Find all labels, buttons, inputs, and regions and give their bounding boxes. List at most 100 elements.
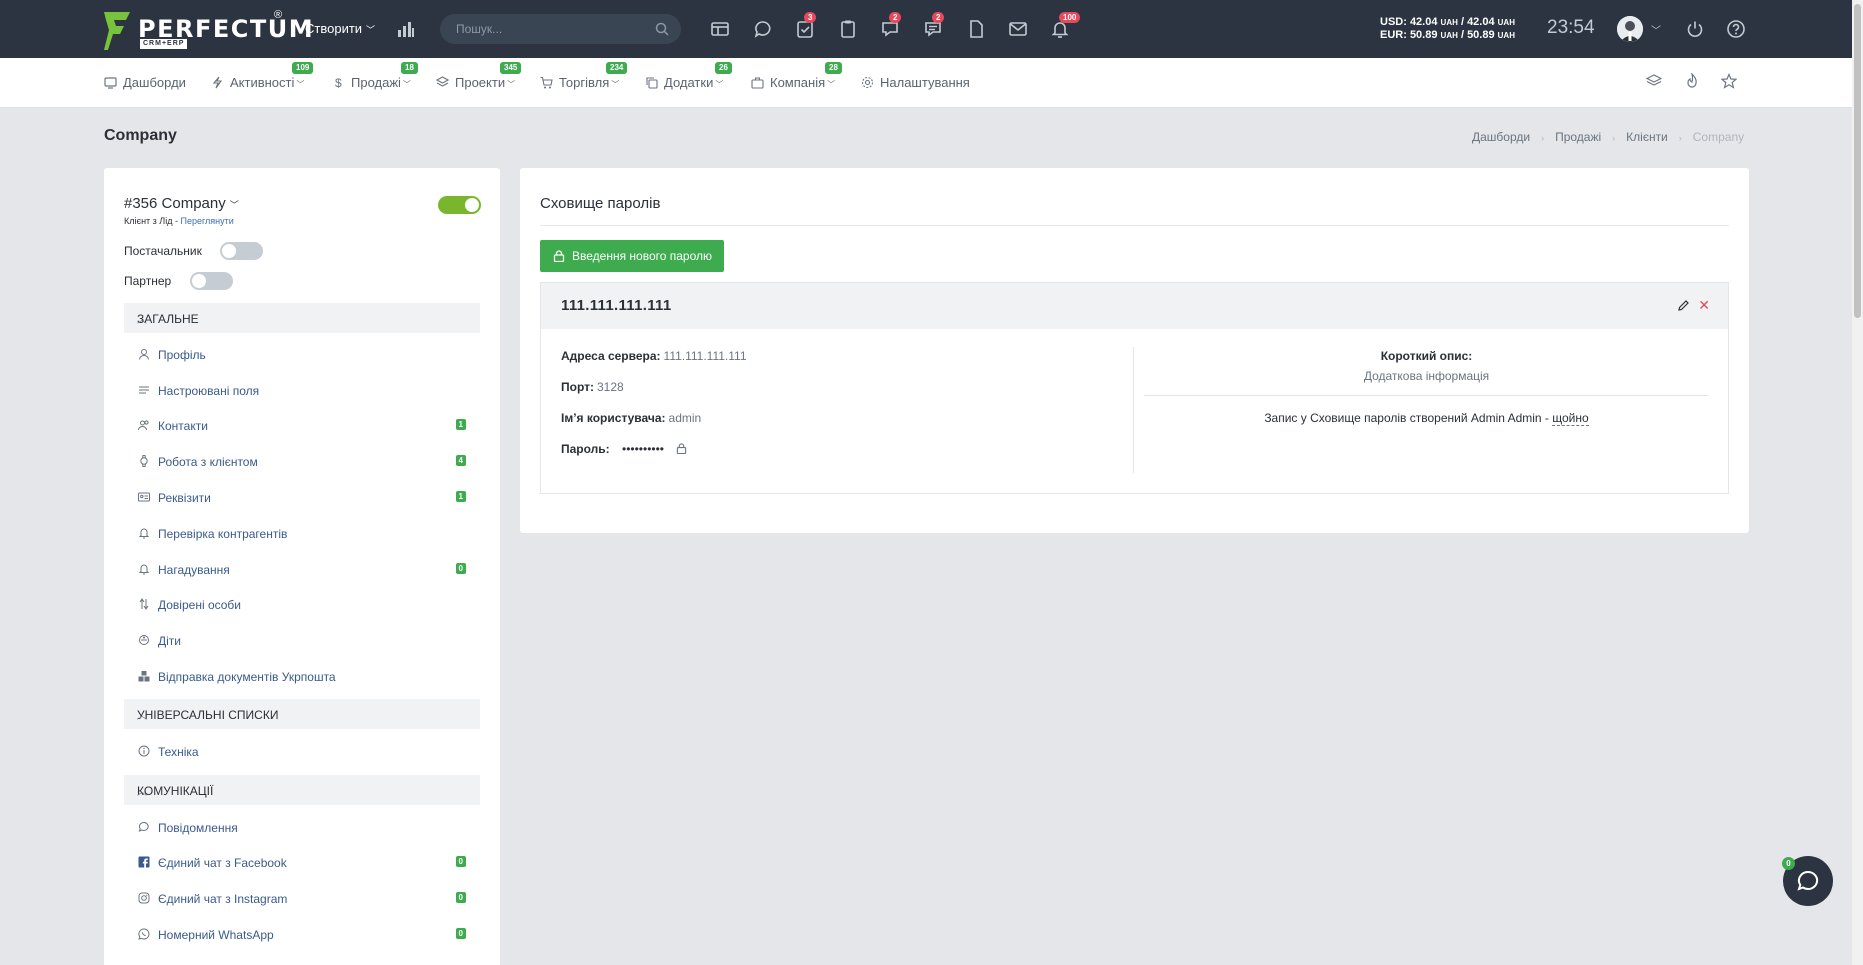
partner-toggle[interactable] <box>190 272 233 290</box>
toggle-knob <box>222 244 236 258</box>
watch-icon <box>140 455 148 467</box>
chat-icon[interactable]: 2 <box>880 12 902 39</box>
menu-label: Номерний WhatsApp <box>158 928 274 942</box>
chevron-down-icon[interactable]: ﹀ <box>1651 22 1661 37</box>
menu-instagram-chat[interactable]: Єдиний чат з Instagram 0 <box>138 890 480 910</box>
menu-count: 0 <box>455 928 466 939</box>
menu-facebook-chat[interactable]: Єдиний чат з Facebook 0 <box>138 854 480 874</box>
nav-badge: 28 <box>825 62 842 74</box>
tasks-icon[interactable]: 3 <box>795 12 817 39</box>
active-toggle[interactable] <box>438 196 481 214</box>
view-lead-link[interactable]: Переглянути <box>180 216 233 226</box>
bell-icon <box>138 528 150 539</box>
file-icon[interactable] <box>966 19 986 39</box>
log-time[interactable]: щойно <box>1552 411 1589 426</box>
nav-company[interactable]: Компанія ﹀ 28 <box>751 62 842 90</box>
breadcrumb-sales[interactable]: Продажі <box>1555 130 1601 144</box>
logo-subtext: CRM+ERP <box>140 39 188 49</box>
client-sidebar: #356 Company ﹀ Клієнт з Лід - Переглянути… <box>104 168 500 965</box>
nav-projects[interactable]: Проекти ﹀ 345 <box>435 62 522 90</box>
menu-label: Єдиний чат з Instagram <box>158 892 288 906</box>
lock-icon <box>553 250 565 262</box>
nav-addons[interactable]: Додатки ﹀ 26 <box>645 62 732 90</box>
chevron-right-icon: › <box>1612 133 1616 143</box>
company-name-dropdown[interactable]: #356 Company ﹀ <box>124 195 239 212</box>
messages-icon[interactable]: 2 <box>923 12 945 39</box>
section-universal-lists[interactable]: УНІВЕРСАЛЬНІ СПИСКИ ︿ <box>124 699 480 729</box>
whatsapp-icon <box>138 928 150 940</box>
delete-icon[interactable]: ✕ <box>1698 297 1710 314</box>
add-password-button[interactable]: Введення нового паролю <box>540 240 724 272</box>
section-general[interactable]: ЗАГАЛЬНЕ ︿ <box>124 303 480 333</box>
menu-label: Контакти <box>158 419 208 433</box>
nav-sales[interactable]: $ Продажі ﹀ 18 <box>332 62 418 90</box>
menu-ukrposhta[interactable]: Відправка документів Укрпошта <box>138 668 480 688</box>
search-icon[interactable] <box>655 22 669 36</box>
nav-label: Торгівля <box>559 75 610 90</box>
menu-children[interactable]: Діти <box>138 632 480 652</box>
help-icon[interactable] <box>1726 19 1746 39</box>
bell-icon[interactable]: 100 <box>1050 12 1081 39</box>
nav-activities[interactable]: Активності ﹀ 109 <box>211 62 314 90</box>
password-entry: 111.111.111.111 ✕ Адреса сервера: 111.111… <box>540 282 1729 494</box>
port: Порт: 3128 <box>561 380 624 394</box>
divider <box>1144 395 1709 396</box>
menu-custom-fields[interactable]: Настроювані поля <box>138 382 480 402</box>
section-communications[interactable]: КОМУНІКАЦІЇ ︿ <box>124 775 480 805</box>
breadcrumb-dashboards[interactable]: Дашборди <box>1472 130 1530 144</box>
menu-requisites[interactable]: Реквізити 1 <box>138 489 480 509</box>
logo-registered: ® <box>274 9 283 21</box>
chevron-up-icon: ︿ <box>137 315 147 326</box>
breadcrumb-clients[interactable]: Клієнти <box>1626 130 1668 144</box>
menu-equipment[interactable]: Техніка <box>138 743 480 763</box>
clipboard-icon[interactable] <box>838 19 858 39</box>
menu-label: Нагадування <box>158 563 230 577</box>
menu-count: 1 <box>455 419 466 430</box>
rate-eur: EUR: 50.89 <box>1380 29 1438 41</box>
menu-trusted-persons[interactable]: Довірені особи <box>138 596 480 616</box>
chevron-up-icon: ︿ <box>137 787 147 798</box>
cart-icon <box>540 76 553 89</box>
chat-bubble-icon <box>1797 870 1819 891</box>
nav-badge: 26 <box>715 62 732 74</box>
nav-badge: 345 <box>500 62 522 74</box>
edit-icon[interactable] <box>1677 299 1690 312</box>
port-value: 3128 <box>597 380 624 394</box>
menu-client-work[interactable]: Робота з клієнтом 4 <box>138 453 480 473</box>
chevron-down-icon: ﹀ <box>827 80 836 89</box>
menu-profile[interactable]: Профіль <box>138 346 480 366</box>
menu-messages[interactable]: Повідомлення <box>138 819 480 839</box>
menu-label: Повідомлення <box>158 821 238 835</box>
port-label: Порт: <box>561 380 594 394</box>
nav-label: Активності <box>230 75 295 90</box>
mail-icon[interactable] <box>1008 19 1028 39</box>
create-menu-button[interactable]: Створити ﹀ <box>305 21 375 36</box>
menu-counterparty-check[interactable]: Перевірка контрагентів <box>138 525 480 545</box>
comment-icon[interactable] <box>753 19 773 39</box>
lock-icon[interactable] <box>676 443 687 454</box>
nav-dashboards[interactable]: Дашборди <box>104 75 186 90</box>
menu-label: Перевірка контрагентів <box>158 527 288 541</box>
avatar[interactable] <box>1617 16 1643 42</box>
toggle-knob <box>192 274 206 288</box>
star-icon[interactable] <box>1721 73 1737 89</box>
nav-badge: 234 <box>606 62 628 74</box>
menu-reminders[interactable]: Нагадування 0 <box>138 561 480 581</box>
chevron-down-icon: ﹀ <box>715 80 724 89</box>
menu-contacts[interactable]: Контакти 1 <box>138 417 480 437</box>
divider <box>540 225 1729 226</box>
supplier-toggle[interactable] <box>220 242 263 260</box>
nav-trade[interactable]: Торгівля ﹀ 234 <box>540 62 628 90</box>
bar-chart-icon[interactable] <box>397 20 415 38</box>
menu-whatsapp[interactable]: Номерний WhatsApp 0 <box>138 926 480 946</box>
menu-count: 0 <box>455 856 466 867</box>
layers-icon[interactable] <box>1646 73 1662 89</box>
flame-icon[interactable] <box>1684 73 1700 89</box>
search-input[interactable] <box>456 14 646 44</box>
kanban-icon[interactable] <box>710 19 730 39</box>
nav-settings[interactable]: Налаштування <box>861 75 970 90</box>
page-scrollbar[interactable] <box>1852 0 1863 965</box>
power-icon[interactable] <box>1685 19 1705 39</box>
menu-label: Робота з клієнтом <box>158 455 258 469</box>
scrollbar-thumb[interactable] <box>1854 4 1861 318</box>
